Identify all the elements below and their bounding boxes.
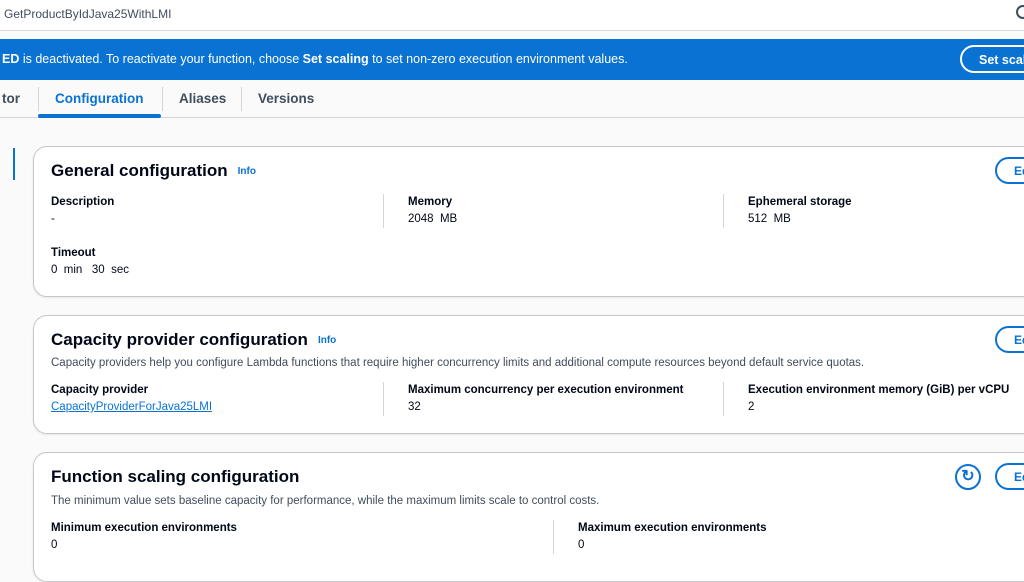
- field-value: 0 min 30 sec: [51, 264, 129, 276]
- tab-configuration[interactable]: Configuration: [55, 91, 143, 106]
- field-label: Maximum concurrency per execution enviro…: [408, 384, 683, 396]
- field-value: -: [51, 213, 55, 225]
- banner-message: ED is deactivated. To reactivate your fu…: [2, 52, 628, 66]
- field-label: Description: [51, 196, 114, 208]
- panel-description: Capacity providers help you configure La…: [51, 357, 864, 369]
- field-value: 0: [578, 539, 584, 551]
- edit-button[interactable]: Edit: [995, 463, 1024, 490]
- tab-bar: tor Configuration Aliases Versions: [0, 82, 1024, 118]
- field-label: Capacity provider: [51, 384, 148, 396]
- tab-aliases[interactable]: Aliases: [179, 91, 226, 106]
- function-scaling-panel: Function scaling configuration ↻ Edit Th…: [33, 452, 1024, 582]
- panel-description: The minimum value sets baseline capacity…: [51, 495, 599, 507]
- field-value: 2048 MB: [408, 213, 457, 225]
- tab-monitor[interactable]: tor: [2, 91, 20, 106]
- edit-button[interactable]: Edit: [995, 157, 1024, 184]
- panel-title: Capacity provider configurationInfo: [51, 330, 336, 350]
- field-label: Timeout: [51, 247, 96, 259]
- field-label: Memory: [408, 196, 452, 208]
- capacity-provider-link[interactable]: CapacityProviderForJava25LMI: [51, 401, 212, 413]
- deactivated-banner: ED is deactivated. To reactivate your fu…: [0, 39, 1024, 80]
- set-scaling-button[interactable]: Set scaling: [960, 45, 1024, 73]
- field-value: 2: [748, 401, 754, 413]
- capacity-provider-panel: Capacity provider configurationInfo Edit…: [33, 315, 1024, 434]
- tab-versions[interactable]: Versions: [258, 91, 314, 106]
- field-value: 512 MB: [748, 213, 791, 225]
- top-bar: GetProductByIdJava25WithLMI: [0, 0, 1024, 31]
- panel-title: General configurationInfo: [51, 161, 256, 181]
- field-label: Minimum execution environments: [51, 522, 237, 534]
- field-label: Maximum execution environments: [578, 522, 767, 534]
- general-configuration-panel: General configurationInfo Edit Descripti…: [33, 146, 1024, 297]
- field-label: Ephemeral storage: [748, 196, 852, 208]
- edit-button[interactable]: Edit: [995, 326, 1024, 353]
- field-label: Execution environment memory (GiB) per v…: [748, 384, 1009, 396]
- function-title: GetProductByIdJava25WithLMI: [4, 7, 171, 21]
- panel-title: Function scaling configuration: [51, 467, 299, 487]
- field-value: 32: [408, 401, 421, 413]
- field-value: 0: [51, 539, 57, 551]
- info-link[interactable]: Info: [318, 335, 336, 346]
- info-link[interactable]: Info: [238, 166, 256, 177]
- side-nav-indicator: [13, 148, 15, 180]
- refresh-icon[interactable]: ↻: [955, 464, 981, 490]
- active-tab-indicator: [38, 114, 161, 118]
- help-icon[interactable]: [1016, 5, 1024, 19]
